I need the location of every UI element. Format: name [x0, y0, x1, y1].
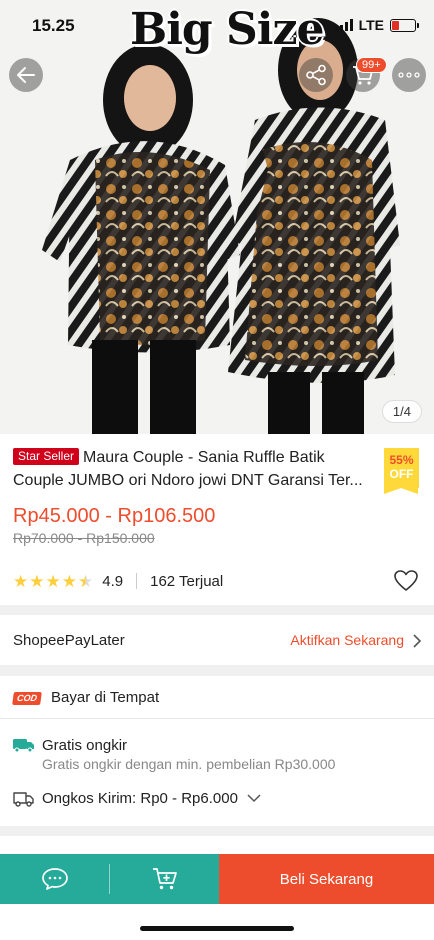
price: Rp45.000 - Rp106.500	[13, 505, 216, 527]
back-button[interactable]	[9, 58, 43, 92]
network-type: LTE	[358, 17, 384, 33]
discount-percent: 55%	[389, 453, 414, 467]
star-icon: ★	[45, 571, 61, 591]
cod-icon: COD	[12, 692, 42, 705]
star-icon: ★	[61, 571, 77, 591]
image-counter: 1/4	[381, 400, 422, 423]
rating-stars: ★ ★ ★ ★ ★	[13, 573, 93, 590]
free-shipping-subtitle: Gratis ongkir dengan min. pembelian Rp30…	[42, 756, 336, 772]
status-time: 15.25	[32, 16, 75, 35]
free-shipping-icon	[13, 738, 35, 757]
sold-count: 162 Terjual	[150, 572, 224, 590]
divider	[136, 573, 138, 589]
free-shipping-title: Gratis ongkir	[42, 737, 128, 754]
star-icon: ★	[13, 571, 29, 591]
bottom-action-bar: Beli Sekarang	[0, 854, 434, 904]
section-divider	[0, 826, 434, 836]
discount-off-label: OFF	[389, 467, 414, 481]
rating-row[interactable]: ★ ★ ★ ★ ★ 4.9 162 Terjual	[13, 569, 421, 593]
shipping-cost-label: Ongkos Kirim:	[42, 790, 137, 807]
home-indicator	[140, 926, 294, 931]
section-divider	[0, 665, 434, 676]
share-button[interactable]	[299, 58, 333, 92]
discount-badge: 55% OFF	[384, 448, 419, 494]
add-to-cart-icon	[152, 868, 177, 890]
product-title-block: Star Seller Maura Couple - Sania Ruffle B…	[13, 446, 373, 492]
bar-divider	[109, 854, 110, 904]
chevron-down-icon	[247, 794, 261, 803]
cart-count-badge: 99+	[356, 57, 387, 73]
heart-icon[interactable]	[393, 569, 419, 593]
more-dots-icon	[398, 72, 420, 78]
status-bar: 15.25 LTE	[0, 0, 434, 50]
status-icons: LTE	[334, 17, 419, 33]
rating-value: 4.9	[102, 572, 124, 590]
shipping-cost-value: Rp0 - Rp6.000	[140, 790, 238, 807]
battery-icon	[390, 18, 419, 32]
chat-button[interactable]	[0, 854, 109, 904]
paylater-label: ShopeePayLater	[13, 632, 125, 649]
half-star-icon: ★	[78, 571, 94, 591]
buy-now-button[interactable]: Beli Sekarang	[219, 854, 434, 904]
chat-icon	[41, 868, 68, 890]
cod-row[interactable]: Bayar di Tempat	[0, 676, 434, 718]
arrow-left-icon	[17, 67, 35, 83]
original-price: Rp70.000 - Rp150.000	[13, 530, 155, 546]
more-button[interactable]	[392, 58, 426, 92]
star-seller-badge: Star Seller	[13, 448, 80, 465]
chevron-right-icon	[413, 634, 422, 648]
add-to-cart-button[interactable]	[110, 854, 219, 904]
row-divider	[0, 718, 434, 719]
shipping-cost-row[interactable]: Ongkos Kirim: Rp0 - Rp6.000	[0, 782, 434, 816]
share-icon	[306, 64, 326, 86]
star-icon: ★	[29, 571, 45, 591]
section-divider	[0, 605, 434, 615]
paylater-action[interactable]: Aktifkan Sekarang	[290, 632, 404, 648]
signal-icon	[334, 19, 353, 31]
cod-label: Bayar di Tempat	[51, 689, 160, 706]
